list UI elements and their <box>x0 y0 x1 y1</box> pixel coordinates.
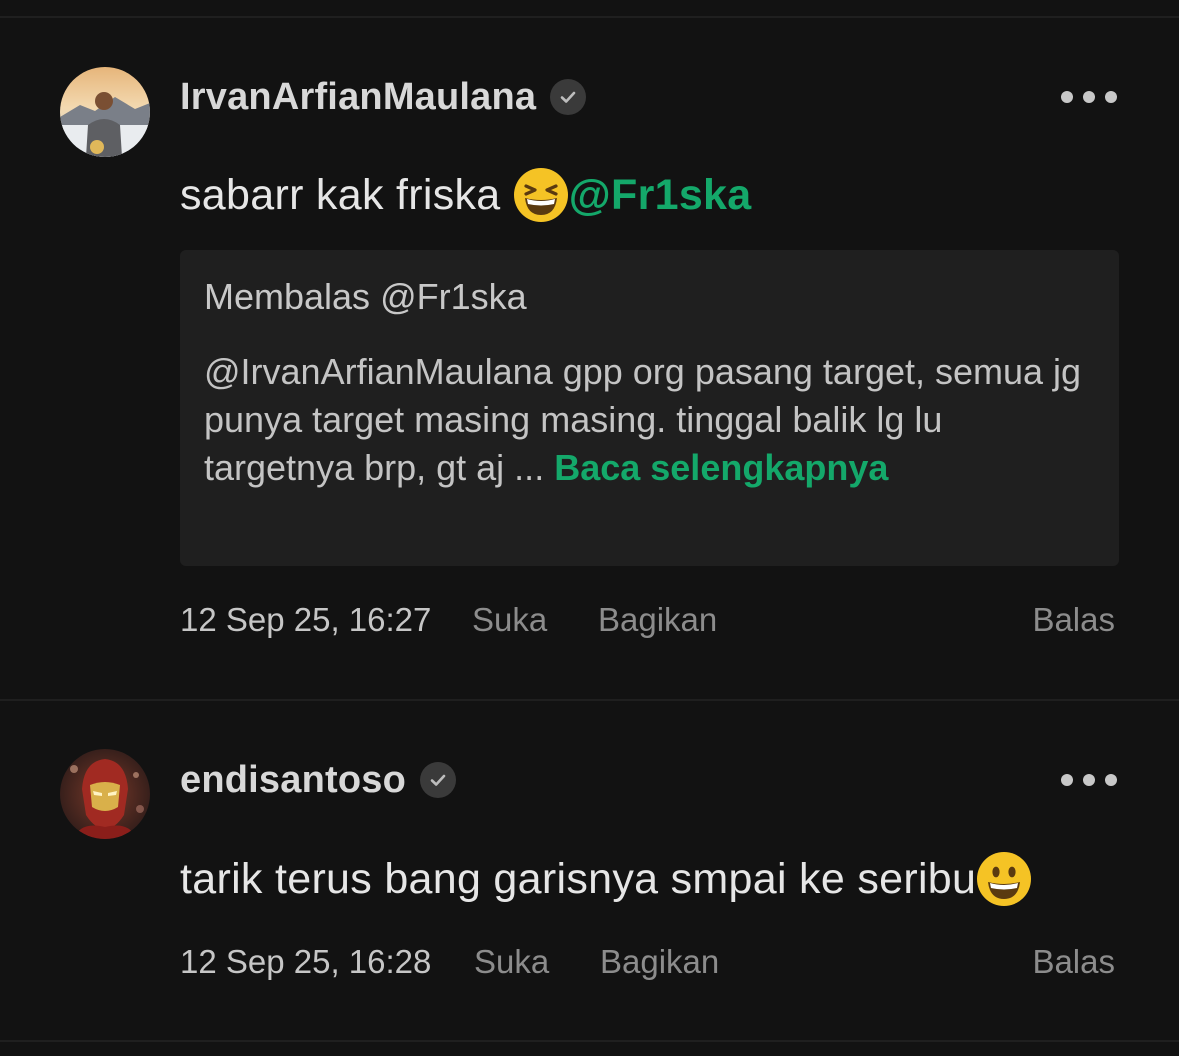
comment-body: tarik terus bang garisnya smpai ke serib… <box>180 854 977 903</box>
comment-item: endisantoso tarik terus bang garisnya sm… <box>0 0 1179 1040</box>
timestamp: 12 Sep 25, 16:28 <box>180 943 432 980</box>
bottom-divider <box>0 1040 1179 1042</box>
more-options-button[interactable] <box>1061 770 1117 790</box>
verified-badge-icon <box>420 762 457 798</box>
share-button[interactable]: Bagikan <box>600 943 719 981</box>
comment-meta: 12 Sep 25, 16:28 Suka Bagikan Balas <box>180 943 1115 987</box>
grinning-face-icon <box>977 852 1032 906</box>
avatar[interactable] <box>60 749 150 839</box>
reply-button[interactable]: Balas <box>1032 943 1115 981</box>
dot-icon <box>1083 774 1095 786</box>
comment-text: tarik terus bang garisnya smpai ke serib… <box>180 850 1032 908</box>
dot-icon <box>1105 774 1117 786</box>
username[interactable]: endisantoso <box>180 759 406 802</box>
username-row: endisantoso <box>180 755 457 805</box>
like-button[interactable]: Suka <box>474 943 549 981</box>
dot-icon <box>1061 774 1073 786</box>
